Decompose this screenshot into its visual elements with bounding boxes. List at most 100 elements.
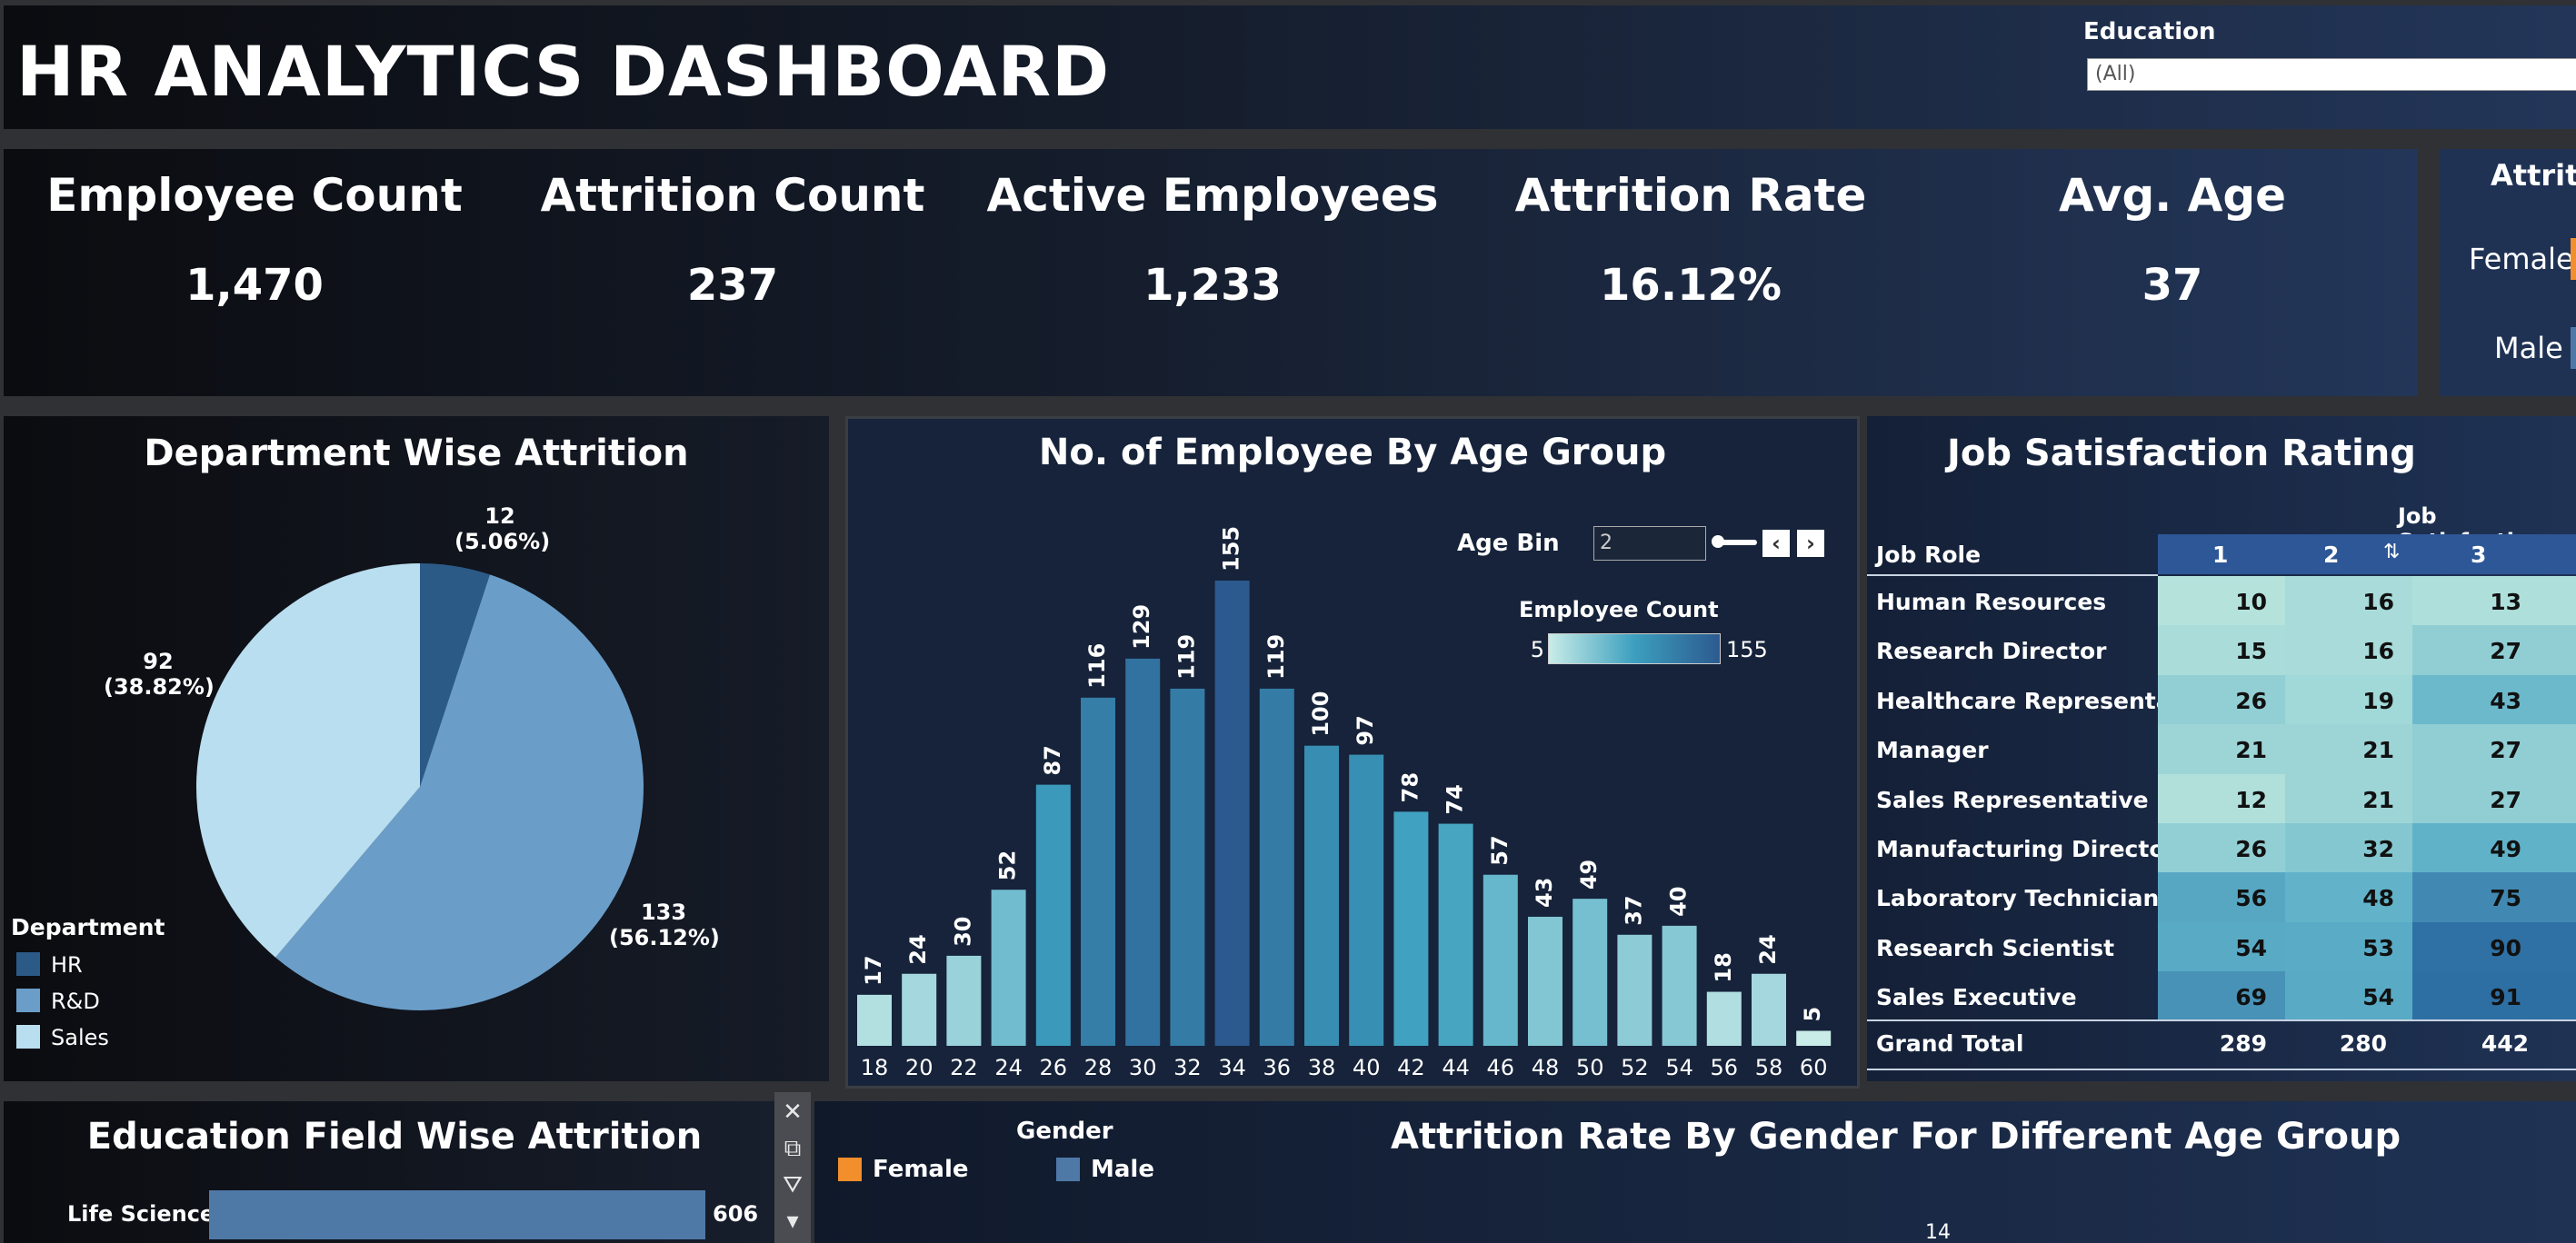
age-bar-label: 119: [1263, 634, 1289, 680]
pie-label-hr: 12 (5.06%): [454, 503, 550, 554]
age-bar-label: 129: [1129, 604, 1154, 650]
heatmap-value: 49: [2490, 836, 2521, 862]
age-bar-label: 52: [995, 850, 1021, 880]
age-bar-label: 18: [1711, 952, 1736, 982]
heatmap-value: 91: [2490, 984, 2521, 1011]
age-bar[interactable]: [1125, 658, 1161, 1046]
legend-swatch-hr: [16, 952, 40, 976]
kpi-label: Attrition Count: [540, 169, 925, 222]
age-tick-label: 34: [1218, 1055, 1246, 1080]
age-tick-label: 54: [1665, 1055, 1693, 1080]
age-bin-slider-knob[interactable]: [1712, 535, 1724, 548]
kpi-label: Employee Count: [46, 169, 463, 222]
popout-icon[interactable]: ⧉: [774, 1130, 811, 1167]
age-bar[interactable]: [1035, 784, 1071, 1046]
job-role-label: Manufacturing Director: [1876, 836, 2176, 862]
age-tick-label: 22: [950, 1055, 978, 1080]
kpi-value: 37: [2142, 260, 2203, 311]
satisfaction-col-2: 2: [2323, 542, 2340, 568]
kpi-value: 16.12%: [1600, 260, 1782, 311]
age-bar[interactable]: [857, 994, 892, 1046]
bottom-divider: [1867, 1069, 2576, 1070]
job-role-label: Research Director: [1876, 638, 2107, 665]
panel-resize-handle[interactable]: [1772, 1088, 1853, 1089]
heatmap-value: 54: [2362, 984, 2394, 1011]
kpi-label: Attrition Rate: [1514, 169, 1867, 222]
kpi-value: 1,233: [1143, 260, 1282, 311]
heatmap-value: 69: [2235, 984, 2267, 1011]
color-legend-gradient: [1548, 633, 1721, 664]
age-tick-label: 60: [1800, 1055, 1828, 1080]
age-bar-label: 74: [1443, 784, 1468, 814]
filter-icon[interactable]: ⛛: [774, 1167, 811, 1203]
age-bar-label: 155: [1219, 526, 1244, 572]
age-bar-label: 116: [1084, 643, 1110, 689]
more-options-icon[interactable]: ▾: [774, 1203, 811, 1239]
age-bar[interactable]: [1796, 1030, 1832, 1046]
legend-label-hr: HR: [51, 952, 83, 978]
age-bar-label: 30: [950, 916, 975, 946]
age-bin-input[interactable]: 2: [1593, 526, 1706, 561]
age-tick-label: 28: [1084, 1055, 1113, 1080]
sort-icon[interactable]: ⇅: [2383, 540, 2401, 565]
age-bar[interactable]: [991, 890, 1026, 1046]
job-satisfaction-title: Job Satisfaction Rating: [1947, 433, 2416, 474]
age-bar[interactable]: [1528, 916, 1563, 1046]
education-field-title: Education Field Wise Attrition: [86, 1116, 703, 1158]
heatmap-value: 48: [2362, 885, 2394, 912]
age-tick-label: 52: [1621, 1055, 1649, 1080]
age-bar-label: 17: [861, 955, 886, 985]
age-bar[interactable]: [1706, 991, 1742, 1046]
age-bar[interactable]: [1752, 973, 1786, 1046]
close-icon[interactable]: ✕: [774, 1094, 811, 1130]
age-bar[interactable]: [902, 973, 937, 1046]
heatmap-value: 90: [2490, 934, 2521, 961]
age-tick-label: 40: [1353, 1055, 1381, 1080]
education-filter-dropdown[interactable]: (All): [2087, 58, 2576, 91]
age-bar-label: 24: [905, 934, 931, 964]
age-bar[interactable]: [1617, 934, 1652, 1046]
age-bar[interactable]: [1170, 688, 1205, 1046]
age-bar-label: 97: [1353, 715, 1378, 745]
age-bar[interactable]: [1349, 754, 1384, 1046]
gender-age-data-label: 14: [1925, 1221, 1951, 1243]
gender-female-label: Female: [2469, 242, 2574, 276]
gender-female-bar: [2571, 238, 2576, 280]
job-role-label: Research Scientist: [1876, 934, 2115, 961]
worksheet-toolbar: ✕ ⧉ ⛛ ▾: [774, 1092, 811, 1243]
age-bar[interactable]: [1393, 811, 1429, 1046]
heatmap-value: 56: [2235, 885, 2267, 912]
kpi-attrition-rate: Attrition Rate 16.12%: [1463, 169, 1918, 311]
age-bar-label: 57: [1487, 835, 1513, 865]
age-bar[interactable]: [1483, 874, 1518, 1046]
education-field-panel: Education Field Wise Attrition Life Scie…: [4, 1101, 776, 1243]
heatmap-value: 21: [2362, 737, 2394, 764]
age-bar[interactable]: [1662, 925, 1697, 1046]
heatmap-value: 16: [2362, 638, 2394, 665]
age-bin-next-button[interactable]: ›: [1797, 530, 1824, 557]
heatmap-value: 26: [2235, 836, 2267, 862]
age-bar[interactable]: [1259, 688, 1294, 1046]
age-bar[interactable]: [1438, 823, 1473, 1046]
legend-swatch-sales: [16, 1025, 40, 1049]
age-tick-label: 18: [861, 1055, 889, 1080]
grand-total-col-3: 442: [2481, 1030, 2529, 1057]
age-tick-label: 36: [1263, 1055, 1292, 1080]
age-bar[interactable]: [1573, 899, 1608, 1046]
age-tick-label: 38: [1308, 1055, 1336, 1080]
education-bar-life-sciences: [209, 1190, 705, 1239]
age-bar[interactable]: [946, 955, 982, 1046]
age-bar[interactable]: [1214, 581, 1250, 1046]
age-bar-label: 100: [1308, 691, 1333, 737]
age-bar[interactable]: [1081, 697, 1115, 1046]
header-panel: HR ANALYTICS DASHBOARD Education (All): [4, 5, 2576, 129]
age-tick-label: 58: [1755, 1055, 1783, 1080]
heatmap-value: 12: [2235, 786, 2267, 813]
heatmap-value: 32: [2362, 836, 2394, 862]
heatmap-value: 16: [2362, 589, 2394, 615]
age-bar[interactable]: [1304, 745, 1339, 1046]
gender-panel-title: Attriti: [2491, 158, 2576, 193]
legend-label-rd: R&D: [51, 989, 100, 1014]
gender-male-label: Male: [2494, 331, 2563, 365]
age-bin-prev-button[interactable]: ‹: [1762, 530, 1790, 557]
